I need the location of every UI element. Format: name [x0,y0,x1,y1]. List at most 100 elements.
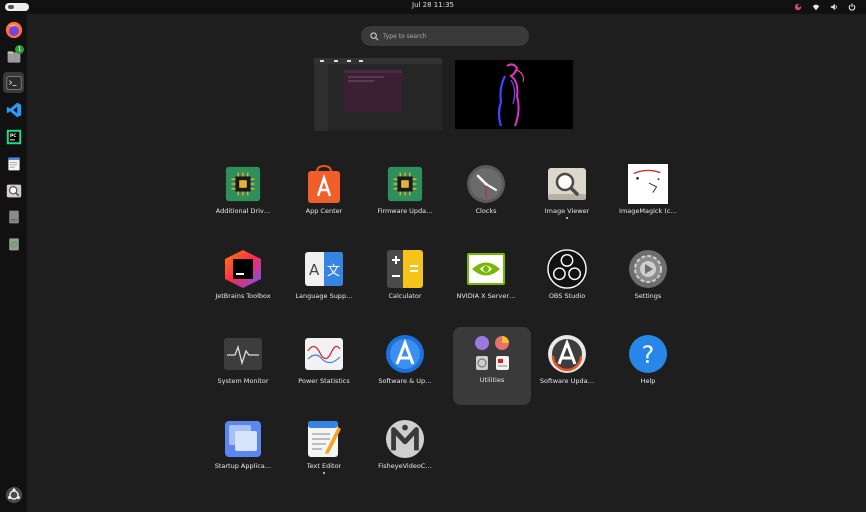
ubuntu-logo-icon [5,486,22,503]
system-tray[interactable] [794,2,856,12]
app-label: Utilities [479,376,505,384]
terminal-icon [5,75,22,90]
network-icon[interactable] [812,3,820,11]
nvidia-icon [466,249,506,289]
dock-pycharm[interactable]: PC [3,126,24,147]
app-imagemagick[interactable]: ImageMagick (c… [609,158,687,236]
pycharm-icon: PC [6,129,21,144]
dock-firefox[interactable] [3,19,24,40]
search-bar[interactable] [361,26,529,46]
show-apps-button[interactable] [3,484,24,505]
app-label: System Monitor [217,377,269,385]
recording-indicator-icon[interactable] [794,3,802,11]
app-settings[interactable]: Settings [609,243,687,321]
app-label: Software & Up… [378,377,432,385]
clock[interactable]: Jul 28 11:35 [0,1,866,9]
dock-terminal[interactable] [3,72,24,93]
app-language-support[interactable]: A文 Language Supp… [285,243,363,321]
fisheye-icon [385,419,425,459]
dock-text-editor[interactable] [3,153,24,174]
chip-green-icon [385,164,425,204]
svg-text:?: ? [642,341,655,369]
svg-text:A: A [309,261,320,279]
magnifier-icon [547,164,587,204]
dock-files[interactable]: 1 [3,45,24,67]
app-label: JetBrains Toolbox [215,292,271,300]
dock-vscode[interactable] [3,99,24,120]
app-label: Calculator [388,292,422,300]
app-system-monitor[interactable]: System Monitor [204,328,282,406]
app-additional-drivers[interactable]: Additional Driv… [204,158,282,236]
app-text-editor[interactable]: Text Editor [285,413,363,491]
disk-icon [8,210,19,223]
software-updates-icon [385,334,425,374]
app-label: Firmware Upda… [377,207,433,215]
app-software-and-updates[interactable]: Software & Up… [366,328,444,406]
neon-figure-preview [455,60,573,129]
app-fisheye-video[interactable]: FisheyeVideoC… [366,413,444,491]
app-obs-studio[interactable]: OBS Studio [528,243,606,321]
app-label: Additional Driv… [215,207,271,215]
volume-icon[interactable] [830,3,838,11]
calculator-icon [385,249,425,289]
app-label: FisheyeVideoC… [378,462,432,470]
app-calculator[interactable]: Calculator [366,243,444,321]
dock: 1 PC [0,14,27,512]
app-label: Language Supp… [295,292,353,300]
chip-green-icon [223,164,263,204]
folder-utilities[interactable]: Utilities [453,327,531,405]
app-clocks[interactable]: Clocks [447,158,525,236]
running-indicator [566,217,568,219]
text-editor-icon [7,157,20,170]
app-image-viewer[interactable]: Image Viewer [528,158,606,236]
app-label: ImageMagick (c… [619,207,677,215]
utilities-folder-icon [472,333,512,373]
app-label: OBS Studio [548,292,586,300]
obs-icon [547,249,587,289]
app-label: Clocks [475,207,497,215]
image-window-thumbnail[interactable] [455,60,573,129]
app-label: Help [640,377,656,385]
app-startup-applications[interactable]: Startup Applica… [204,413,282,491]
software-updater-icon [547,334,587,374]
trash-icon [8,237,19,250]
app-power-statistics[interactable]: Power Statistics [285,328,363,406]
app-jetbrains-toolbox[interactable]: JetBrains Toolbox [204,243,282,321]
dock-disk[interactable] [3,206,24,227]
power-icon[interactable] [848,3,856,11]
firefox-icon [5,21,22,38]
app-label: App Center [305,207,343,215]
app-label: NVIDIA X Server… [456,292,516,300]
language-icon: A文 [304,249,344,289]
system-monitor-icon [223,334,263,374]
terminal-window-preview [314,58,442,131]
terminal-window-thumbnail[interactable] [314,58,442,131]
image-viewer-icon [6,184,21,197]
search-icon [370,31,379,40]
imagemagick-icon [628,164,668,204]
search-input[interactable] [383,32,513,40]
clock-icon [466,164,506,204]
svg-text:文: 文 [327,264,340,279]
dock-trash[interactable] [3,233,24,254]
app-label: Startup Applica… [214,462,272,470]
app-software-updater[interactable]: Software Upda… [528,328,606,406]
settings-icon [628,249,668,289]
help-icon: ? [628,334,668,374]
app-label: Software Upda… [539,377,595,385]
top-bar: Jul 28 11:35 [0,0,866,14]
jetbrains-icon [223,249,263,289]
text-editor-icon [304,419,344,459]
svg-text:PC: PC [10,133,16,139]
dock-image-viewer[interactable] [3,180,24,201]
app-app-center[interactable]: App Center [285,158,363,236]
files-badge: 1 [15,45,24,54]
running-indicator [323,472,325,474]
app-help[interactable]: ? Help [609,328,687,406]
startup-apps-icon [223,419,263,459]
app-nvidia-settings[interactable]: NVIDIA X Server… [447,243,525,321]
app-firmware-updater[interactable]: Firmware Upda… [366,158,444,236]
power-statistics-icon [304,334,344,374]
app-label: Image Viewer [544,207,590,215]
vscode-icon [6,102,21,117]
